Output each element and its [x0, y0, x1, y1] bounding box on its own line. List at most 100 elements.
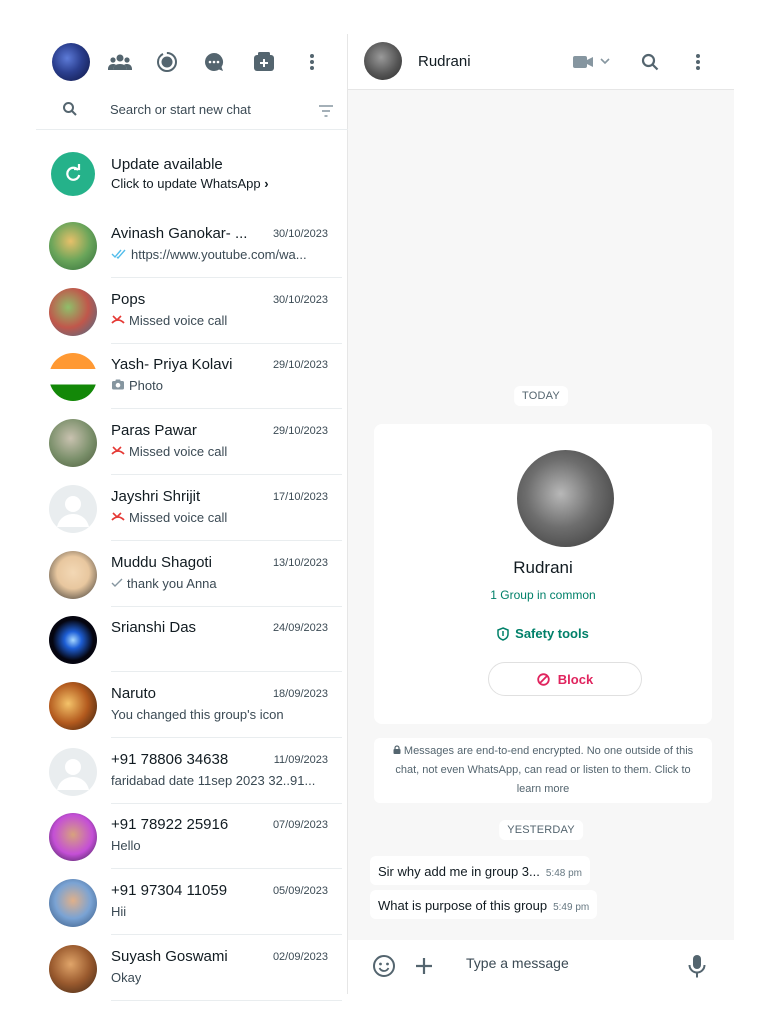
search-input[interactable] — [110, 102, 310, 117]
message-time: 5:49 pm — [553, 902, 590, 913]
incoming-message[interactable]: What is purpose of this group 5:49 pm — [370, 890, 598, 919]
chat-preview: Missed voice call — [111, 444, 326, 459]
search-icon[interactable] — [62, 101, 80, 119]
lock-icon — [393, 745, 404, 757]
row-divider — [111, 999, 342, 1001]
chat-preview: Hii — [111, 904, 326, 919]
chat-list-item[interactable]: +91 97304 11059 05/09/2023 Hii — [36, 869, 342, 935]
chat-list-item[interactable]: Avinash Ganokar- ... 30/10/2023 https://ww… — [36, 212, 342, 278]
chat-name: +91 78806 34638 — [111, 750, 229, 768]
contact-avatar[interactable] — [364, 42, 402, 80]
block-icon — [537, 672, 550, 686]
chat-list-item[interactable]: Srianshi Das 24/09/2023 — [36, 606, 342, 673]
encryption-notice[interactable]: Messages are end-to-end encrypted. No on… — [374, 738, 712, 803]
default-avatar-icon — [57, 758, 89, 790]
chat-avatar — [49, 287, 97, 336]
chat-avatar — [49, 353, 97, 402]
safety-tools-label: Safety tools — [515, 626, 589, 641]
chat-avatar — [49, 550, 97, 599]
chat-name: +91 97304 11059 — [111, 882, 228, 899]
message-input[interactable] — [466, 955, 686, 971]
left-header — [36, 34, 348, 90]
chat-name: Suyash Goswami — [111, 947, 228, 965]
chat-list-item[interactable]: +91 78806 34638 11/09/2023 faridabad date … — [36, 738, 342, 804]
menu-icon[interactable] — [684, 48, 712, 76]
chat-date: 13/10/2023 — [272, 556, 328, 569]
update-banner[interactable]: Update available Click to update WhatsAp… — [36, 146, 348, 206]
chat-list-item[interactable]: Yash- Priya Kolavi 29/10/2023 Photo — [36, 343, 342, 410]
chat-avatar — [49, 813, 97, 862]
whatsapp-window: Update available Click to update WhatsAp… — [0, 0, 768, 1024]
chat-preview-text: You changed this group's icon — [111, 706, 284, 722]
safety-tools-link[interactable]: Safety tools — [374, 626, 712, 641]
communities-icon[interactable] — [106, 48, 134, 76]
menu-icon[interactable] — [298, 48, 326, 76]
chat-list-item[interactable]: Pops 30/10/2023 Missed voice call — [36, 278, 342, 344]
contact-profile-photo[interactable] — [517, 450, 614, 547]
day-divider-today: TODAY — [514, 386, 568, 406]
microphone-icon[interactable] — [686, 953, 710, 979]
profile-name: Rudrani — [513, 558, 573, 577]
chat-avatar — [49, 419, 97, 468]
missed-call-icon — [111, 510, 125, 525]
chat-name: Paras Pawar — [111, 422, 197, 440]
chat-list-item[interactable]: Suyash Goswami 02/09/2023 Okay — [36, 935, 342, 1001]
emoji-icon[interactable] — [372, 954, 396, 978]
channels-icon[interactable] — [200, 48, 228, 76]
chat-list-item[interactable]: Paras Pawar 29/10/2023 Missed voice call — [36, 409, 342, 476]
chat-date: 05/09/2023 — [272, 885, 328, 897]
chat-date: 29/10/2023 — [272, 359, 328, 372]
day-divider-yesterday: YESTERDAY — [499, 820, 583, 840]
camera-icon — [111, 378, 125, 393]
message-time: 5:48 pm — [545, 868, 582, 879]
chat-date: 17/10/2023 — [272, 490, 328, 503]
update-subtitle-text: Click to update WhatsApp — [111, 176, 261, 191]
chat-preview-text: Hello — [111, 838, 141, 854]
search-bar — [36, 94, 348, 130]
block-button[interactable]: Block — [488, 662, 642, 696]
chat-list-item[interactable]: Naruto 18/09/2023 You changed this group's… — [36, 672, 342, 738]
chat-avatar — [49, 879, 97, 927]
chat-date: 18/09/2023 — [272, 687, 328, 700]
chat-name: +91 78922 25916 — [111, 816, 229, 834]
chat-preview-text: https://www.youtube.com/wa... — [131, 247, 307, 262]
message-area[interactable]: TODAY Rudrani 1 Group in common Safety t… — [348, 90, 734, 940]
chat-list-item[interactable]: Muddu Shagoti 13/10/2023 thank you Anna — [36, 541, 342, 607]
chat-date: 29/10/2023 — [272, 425, 328, 438]
chat-avatar — [49, 616, 97, 665]
single-tick-icon — [111, 576, 123, 591]
chat-preview: Missed voice call — [111, 313, 326, 328]
double-tick-icon — [111, 247, 127, 262]
message-text: What is purpose of this group — [378, 898, 548, 913]
new-chat-icon[interactable] — [250, 48, 278, 76]
chevron-right-icon: › — [264, 176, 269, 191]
groups-in-common-link[interactable]: 1 Group in common — [374, 588, 712, 602]
chat-preview-text: Missed voice call — [129, 509, 228, 525]
chat-preview-text: Photo — [129, 378, 163, 394]
chat-list-item[interactable]: Jayshri Shrijit 17/10/2023 Missed voice ca… — [36, 475, 342, 541]
filter-icon[interactable] — [318, 104, 334, 118]
chat-preview: Photo — [111, 378, 326, 393]
my-profile-avatar[interactable] — [52, 43, 90, 81]
chat-date: 11/09/2023 — [273, 753, 328, 766]
attach-plus-icon[interactable] — [412, 954, 436, 978]
chat-preview: Okay — [111, 970, 326, 985]
chat-avatar — [49, 747, 97, 796]
video-call-icon[interactable] — [570, 48, 614, 76]
incoming-message[interactable]: Sir why add me in group 3... 5:48 pm — [370, 856, 590, 885]
chat-avatar — [49, 484, 97, 533]
chat-date: 30/10/2023 — [272, 293, 328, 306]
chat-name: Srianshi Das — [111, 619, 197, 637]
chat-preview: Missed voice call — [111, 510, 326, 525]
chat-date: 24/09/2023 — [272, 622, 328, 635]
chat-list-panel: Update available Click to update WhatsAp… — [36, 34, 348, 1001]
chat-preview-text: thank you Anna — [127, 575, 217, 591]
chat-list-item[interactable]: +91 78922 25916 07/09/2023 Hello — [36, 803, 342, 870]
chat-name: Naruto — [111, 684, 157, 702]
contact-name[interactable]: Rudrani — [418, 53, 471, 70]
status-icon[interactable] — [153, 48, 181, 76]
search-icon[interactable] — [636, 48, 664, 76]
encryption-text: Messages are end-to-end encrypted. No on… — [395, 745, 694, 795]
chat-preview: Hello — [111, 838, 326, 853]
block-label: Block — [557, 671, 594, 687]
